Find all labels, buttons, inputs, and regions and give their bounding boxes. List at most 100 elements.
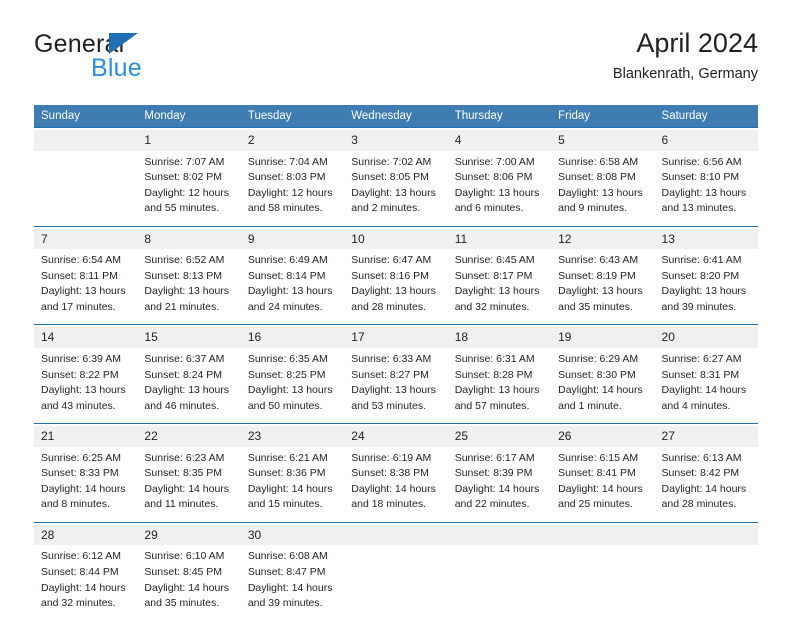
- day-detail-line: and 21 minutes.: [144, 300, 220, 313]
- day-detail-line: Sunrise: 7:02 AM: [351, 155, 432, 168]
- day-number-4[interactable]: 4: [447, 130, 552, 151]
- day-detail-line: Daylight: 13 hours: [661, 186, 747, 199]
- day-number-17[interactable]: 17: [344, 327, 448, 349]
- day-detail-line: Sunrise: 6:29 AM: [558, 353, 639, 366]
- day-number-23[interactable]: 23: [240, 426, 345, 447]
- day-number-2[interactable]: 2: [240, 130, 345, 151]
- day-detail-line: Daylight: 14 hours: [558, 482, 643, 495]
- day-cell-empty: [447, 545, 552, 621]
- day-detail-line: and 32 minutes.: [41, 597, 116, 610]
- day-number-11[interactable]: 11: [447, 228, 552, 250]
- day-detail-line: Sunrise: 6:13 AM: [661, 451, 742, 464]
- day-number-27[interactable]: 27: [654, 426, 758, 447]
- day-cell-empty: [654, 545, 758, 621]
- day-number-3[interactable]: 3: [344, 130, 448, 151]
- day-cell-14[interactable]: Sunrise: 6:39 AM Sunset: 8:22 PM Daylight:…: [34, 348, 138, 424]
- day-number-16[interactable]: 16: [240, 327, 345, 349]
- weekday-header-saturday: Saturday: [654, 105, 758, 128]
- day-cell-13[interactable]: Sunrise: 6:41 AM Sunset: 8:20 PM Daylight:…: [654, 249, 758, 325]
- day-cell-16[interactable]: Sunrise: 6:35 AM Sunset: 8:25 PM Daylight:…: [240, 348, 345, 424]
- day-number-24[interactable]: 24: [344, 426, 448, 447]
- day-cell-7[interactable]: Sunrise: 6:54 AM Sunset: 8:11 PM Daylight:…: [34, 249, 138, 325]
- day-number-6[interactable]: 6: [654, 130, 758, 151]
- day-detail-line: Sunrise: 6:23 AM: [144, 451, 225, 464]
- day-number-26[interactable]: 26: [551, 426, 655, 447]
- day-detail-line: Sunrise: 6:52 AM: [144, 254, 225, 267]
- day-detail-line: and 15 minutes.: [247, 498, 323, 511]
- day-detail-line: Sunrise: 6:43 AM: [558, 254, 639, 267]
- day-number-15[interactable]: 15: [137, 327, 241, 349]
- day-detail-line: Sunrise: 6:35 AM: [247, 353, 328, 366]
- day-detail-line: Sunset: 8:24 PM: [144, 368, 223, 381]
- day-detail-line: Daylight: 12 hours: [247, 186, 333, 199]
- day-number-5[interactable]: 5: [551, 130, 655, 151]
- day-number-29[interactable]: 29: [137, 524, 241, 546]
- day-detail-line: and 28 minutes.: [351, 300, 426, 313]
- day-number-7[interactable]: 7: [34, 228, 138, 250]
- day-detail-line: and 22 minutes.: [454, 498, 530, 511]
- day-number-30[interactable]: 30: [240, 524, 345, 546]
- day-cell-19[interactable]: Sunrise: 6:29 AM Sunset: 8:30 PM Daylight:…: [551, 348, 655, 424]
- day-detail-line: and 35 minutes.: [144, 597, 220, 610]
- day-cell-27[interactable]: Sunrise: 6:13 AM Sunset: 8:42 PM Daylight:…: [654, 446, 758, 523]
- day-detail-line: Sunrise: 6:10 AM: [144, 550, 225, 563]
- day-number-28[interactable]: 28: [34, 524, 138, 546]
- day-number-13[interactable]: 13: [654, 228, 758, 250]
- day-number-25[interactable]: 25: [447, 426, 552, 447]
- day-detail-line: Daylight: 13 hours: [558, 186, 643, 199]
- page-header: General Blue April 2024 Blankenrath, Ger…: [34, 28, 758, 100]
- day-number-8[interactable]: 8: [137, 228, 241, 250]
- weekday-header-friday: Friday: [551, 105, 655, 128]
- day-cell-4[interactable]: Sunrise: 7:00 AM Sunset: 8:06 PM Daylight:…: [447, 150, 552, 227]
- day-detail-line: Sunrise: 6:08 AM: [247, 550, 328, 563]
- day-detail-line: Sunrise: 6:39 AM: [41, 353, 121, 366]
- day-number-19[interactable]: 19: [551, 327, 655, 349]
- day-number-12[interactable]: 12: [551, 228, 655, 250]
- day-number-10[interactable]: 10: [344, 228, 448, 250]
- day-number-14[interactable]: 14: [34, 327, 138, 349]
- day-cell-3[interactable]: Sunrise: 7:02 AM Sunset: 8:05 PM Daylight:…: [344, 150, 448, 227]
- day-cell-22[interactable]: Sunrise: 6:23 AM Sunset: 8:35 PM Daylight:…: [137, 446, 241, 523]
- day-detail-line: Sunset: 8:35 PM: [144, 467, 223, 480]
- day-cell-6[interactable]: Sunrise: 6:56 AM Sunset: 8:10 PM Daylight:…: [654, 150, 758, 227]
- day-cell-24[interactable]: Sunrise: 6:19 AM Sunset: 8:38 PM Daylight:…: [344, 446, 448, 523]
- day-cell-empty: [34, 150, 138, 227]
- day-number-20[interactable]: 20: [654, 327, 758, 349]
- day-cell-25[interactable]: Sunrise: 6:17 AM Sunset: 8:39 PM Daylight:…: [447, 446, 552, 523]
- day-cell-17[interactable]: Sunrise: 6:33 AM Sunset: 8:27 PM Daylight:…: [344, 348, 448, 424]
- day-cell-29[interactable]: Sunrise: 6:10 AM Sunset: 8:45 PM Daylight:…: [137, 545, 241, 621]
- day-detail-line: Sunset: 8:14 PM: [247, 269, 326, 282]
- day-detail-line: Sunset: 8:36 PM: [247, 467, 326, 480]
- day-cell-21[interactable]: Sunrise: 6:25 AM Sunset: 8:33 PM Daylight:…: [34, 446, 138, 523]
- day-cell-1[interactable]: Sunrise: 7:07 AM Sunset: 8:02 PM Daylight:…: [137, 150, 241, 227]
- day-cell-18[interactable]: Sunrise: 6:31 AM Sunset: 8:28 PM Daylight:…: [447, 348, 552, 424]
- day-cell-8[interactable]: Sunrise: 6:52 AM Sunset: 8:13 PM Daylight:…: [137, 249, 241, 325]
- day-cell-9[interactable]: Sunrise: 6:49 AM Sunset: 8:14 PM Daylight:…: [240, 249, 345, 325]
- day-cell-23[interactable]: Sunrise: 6:21 AM Sunset: 8:36 PM Daylight:…: [240, 446, 345, 523]
- day-cell-20[interactable]: Sunrise: 6:27 AM Sunset: 8:31 PM Daylight:…: [654, 348, 758, 424]
- day-cell-30[interactable]: Sunrise: 6:08 AM Sunset: 8:47 PM Daylight:…: [240, 545, 345, 621]
- day-detail-line: Sunset: 8:44 PM: [41, 566, 119, 578]
- day-detail-line: and 46 minutes.: [144, 399, 220, 412]
- day-detail-line: Sunrise: 6:17 AM: [454, 451, 535, 464]
- day-number-21[interactable]: 21: [34, 426, 138, 447]
- day-cell-12[interactable]: Sunrise: 6:43 AM Sunset: 8:19 PM Daylight:…: [551, 249, 655, 325]
- day-detail-row: Sunrise: 6:54 AM Sunset: 8:11 PM Daylight:…: [34, 249, 758, 325]
- day-detail-line: Sunrise: 6:54 AM: [41, 254, 121, 267]
- day-detail-line: Daylight: 13 hours: [454, 384, 540, 397]
- day-cell-11[interactable]: Sunrise: 6:45 AM Sunset: 8:17 PM Daylight:…: [447, 249, 552, 325]
- day-cell-28[interactable]: Sunrise: 6:12 AM Sunset: 8:44 PM Daylight:…: [34, 545, 138, 621]
- day-number-22[interactable]: 22: [137, 426, 241, 447]
- day-cell-5[interactable]: Sunrise: 6:58 AM Sunset: 8:08 PM Daylight:…: [551, 150, 655, 227]
- day-number-9[interactable]: 9: [240, 228, 345, 250]
- day-cell-2[interactable]: Sunrise: 7:04 AM Sunset: 8:03 PM Daylight:…: [240, 150, 345, 227]
- day-detail-row: Sunrise: 6:39 AM Sunset: 8:22 PM Daylight:…: [34, 348, 758, 424]
- day-number-1[interactable]: 1: [137, 130, 241, 151]
- day-number-18[interactable]: 18: [447, 327, 552, 349]
- day-cell-10[interactable]: Sunrise: 6:47 AM Sunset: 8:16 PM Daylight:…: [344, 249, 448, 325]
- general-blue-logo[interactable]: General Blue: [34, 32, 254, 94]
- day-cell-15[interactable]: Sunrise: 6:37 AM Sunset: 8:24 PM Daylight:…: [137, 348, 241, 424]
- day-detail-line: and 9 minutes.: [558, 202, 627, 215]
- day-cell-26[interactable]: Sunrise: 6:15 AM Sunset: 8:41 PM Daylight:…: [551, 446, 655, 523]
- day-number-empty: [654, 524, 758, 546]
